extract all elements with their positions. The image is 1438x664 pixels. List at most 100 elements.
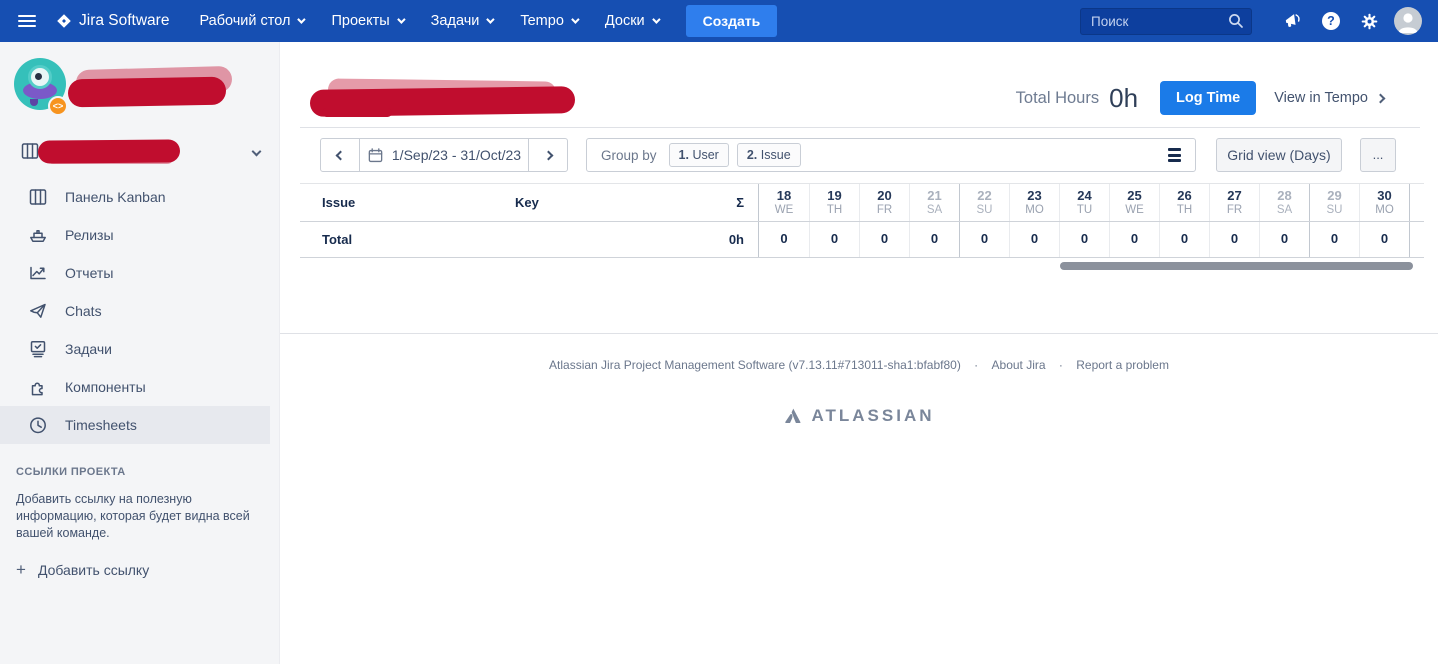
day-total-cell: 0 [959, 222, 1009, 257]
column-header-key: Key [515, 195, 539, 210]
search-icon[interactable] [1227, 12, 1245, 30]
column-header-sum: Σ [736, 195, 744, 210]
kanban-board-icon [29, 189, 47, 205]
total-label: Total [322, 232, 353, 247]
ship-icon [30, 230, 46, 242]
day-column-header: 21 SA [909, 184, 959, 221]
calendar-icon [368, 147, 383, 162]
board-selector[interactable] [0, 135, 280, 171]
chevron-right-icon [1375, 93, 1386, 103]
day-total-cell: 0 [1009, 222, 1059, 257]
chevron-down-icon [396, 15, 406, 24]
software-project-badge-icon: <> [48, 96, 68, 116]
day-column-header: 24 TU [1059, 184, 1109, 221]
total-hours-label: Total Hours [1015, 88, 1100, 107]
header-actions: Total Hours 0h Log Time View in Tempo [1015, 78, 1386, 118]
chevron-right-icon [543, 150, 553, 160]
group-chip-user[interactable]: 1. User [668, 143, 729, 167]
nav-item-boards[interactable]: Доски [591, 0, 672, 42]
day-column-header: 23 MO [1009, 184, 1059, 221]
footer: Atlassian Jira Project Management Softwa… [549, 358, 1169, 372]
prev-period-button[interactable] [321, 139, 359, 171]
table-header-row: Issue Key Σ 18 WE 19 TH 20 FR 21 SA 22 SU 23 MO 24 TU… [300, 183, 1424, 222]
day-total-cell: 0 [780, 231, 788, 246]
day-total-cell: 0 [1159, 222, 1209, 257]
table-filler [1409, 184, 1424, 221]
project-sidebar: <> Панель Kanban Релизы Отчеты Chats Зад… [0, 42, 280, 664]
help-icon[interactable]: ? [1312, 12, 1350, 30]
sidebar-nav: Панель Kanban Релизы Отчеты Chats Задачи… [0, 178, 280, 444]
project-name-redacted [66, 65, 236, 114]
sidebar-item-releases[interactable]: Релизы [0, 216, 280, 254]
group-by-label: Group by [601, 147, 657, 163]
nav-item-projects[interactable]: Проекты [317, 0, 416, 42]
sidebar-item-kanban-board[interactable]: Панель Kanban [0, 178, 280, 216]
jira-logo-text: Jira Software [79, 12, 170, 29]
date-navigation: 1/Sep/23 - 31/Oct/23 [320, 138, 568, 172]
grid-view-button[interactable]: Grid view (Days) [1216, 138, 1342, 172]
table-total-row: Total 0h 0000000000000 [300, 222, 1424, 258]
day-column-header: 28 SA [1259, 184, 1309, 221]
day-total-cell: 0 [1109, 222, 1159, 257]
atlassian-mark-icon [785, 408, 801, 423]
hamburger-menu-icon[interactable] [18, 15, 36, 27]
report-problem-link[interactable]: Report a problem [1076, 358, 1169, 372]
nav-item-dashboard[interactable]: Рабочий стол [185, 0, 317, 42]
day-total-cell: 0 [1259, 222, 1309, 257]
nav-item-tempo[interactable]: Tempo [506, 0, 591, 42]
group-chip-issue[interactable]: 2. Issue [736, 143, 801, 167]
day-total-cell: 0 [1059, 222, 1109, 257]
page-title-redacted [309, 78, 585, 118]
list-menu-icon[interactable] [1168, 148, 1181, 162]
navbar-menu: Рабочий стол Проекты Задачи Tempo Доски [185, 0, 671, 42]
chevron-down-icon [297, 15, 307, 24]
paper-plane-icon [30, 303, 46, 318]
more-options-button[interactable]: ... [1360, 138, 1396, 172]
chevron-down-icon [571, 15, 580, 24]
day-column-header: 22 SU [959, 184, 1009, 221]
footer-divider [280, 333, 1438, 334]
log-time-button[interactable]: Log Time [1160, 81, 1257, 115]
next-period-button[interactable] [529, 139, 567, 171]
sidebar-item-chats[interactable]: Chats [0, 292, 280, 330]
issues-icon [30, 341, 46, 358]
day-total-cell: 0 [1359, 222, 1409, 257]
horizontal-scrollbar[interactable] [1060, 262, 1413, 270]
day-column-header: 19 TH [809, 184, 859, 221]
sidebar-item-components[interactable]: Компоненты [0, 368, 280, 406]
sidebar-item-issues[interactable]: Задачи [0, 330, 280, 368]
total-sum-value: 0h [728, 232, 744, 247]
view-in-tempo-link[interactable]: View in Tempo [1274, 90, 1386, 106]
date-range-button[interactable]: 1/Sep/23 - 31/Oct/23 [359, 139, 529, 171]
about-jira-link[interactable]: About Jira [992, 358, 1046, 372]
group-by-bar: Group by 1. User 2. Issue [586, 138, 1196, 172]
header-divider [300, 127, 1420, 128]
table-filler [1409, 222, 1424, 257]
nav-item-issues[interactable]: Задачи [417, 0, 507, 42]
chevron-down-icon [651, 15, 661, 24]
user-avatar[interactable] [1394, 7, 1422, 35]
day-column-header: 30 MO [1359, 184, 1409, 221]
add-link-button[interactable]: + Добавить ссылку [16, 560, 149, 580]
board-name-redacted [37, 138, 188, 168]
chevron-left-icon [335, 150, 345, 160]
jira-logo[interactable]: Jira Software [56, 12, 169, 30]
gear-icon[interactable] [1350, 12, 1388, 31]
clock-icon [30, 417, 46, 434]
create-button[interactable]: Создать [685, 5, 778, 37]
day-column-header: 18 WE [774, 188, 794, 216]
day-columns-header: 18 WE 19 TH 20 FR 21 SA 22 SU 23 MO 24 TU 25 WE 26 TH 27 FR… [758, 184, 1409, 221]
plus-icon: + [16, 560, 26, 579]
day-total-cell: 0 [809, 222, 859, 257]
component-icon [31, 382, 43, 396]
sidebar-item-reports[interactable]: Отчеты [0, 254, 280, 292]
day-column-header: 29 SU [1309, 184, 1359, 221]
announcements-icon[interactable] [1274, 11, 1312, 31]
sidebar-item-timesheets[interactable]: Timesheets [0, 406, 270, 444]
column-header-issue: Issue [322, 195, 356, 210]
day-total-cell: 0 [1309, 222, 1359, 257]
day-column-header: 26 TH [1159, 184, 1209, 221]
footer-version-text: Atlassian Jira Project Management Softwa… [549, 358, 961, 372]
navbar-right: ? [1080, 7, 1422, 35]
timesheet-table: Issue Key Σ 18 WE 19 TH 20 FR 21 SA 22 SU 23 MO 24 TU… [300, 183, 1424, 258]
